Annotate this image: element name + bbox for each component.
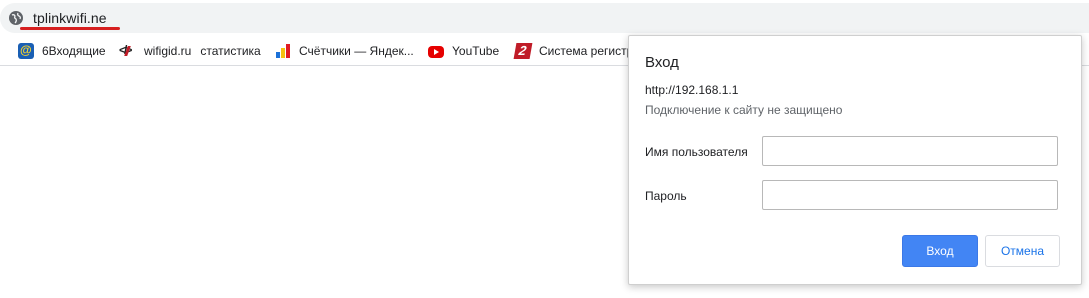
globe-icon	[9, 11, 23, 25]
bookmark-label: Счётчики — Яндек...	[299, 44, 414, 58]
metrika-icon	[275, 43, 291, 59]
bookmark-wifigid[interactable]: wifigid.ru статистика	[119, 41, 261, 61]
dialog-url: http://192.168.1.1	[645, 83, 739, 97]
login-button[interactable]: Вход	[902, 235, 978, 267]
cancel-button[interactable]: Отмена	[985, 235, 1060, 267]
bookmark-youtube[interactable]: YouTube	[428, 41, 499, 61]
url-underline	[20, 27, 120, 30]
bookmark-label: wifigid.ru	[144, 44, 192, 58]
username-label: Имя пользователя	[645, 145, 748, 159]
address-bar: tplinkwifi.ne	[0, 0, 1089, 36]
mail-icon	[18, 43, 34, 59]
bookmark-label-extra: статистика	[200, 44, 261, 58]
connection-warning: Подключение к сайту не защищено	[645, 103, 843, 117]
bookmark-label: 6Входящие	[42, 44, 106, 58]
password-label: Пароль	[645, 189, 687, 203]
url-text[interactable]: tplinkwifi.ne	[33, 10, 107, 26]
youtube-icon	[428, 46, 444, 58]
bookmark-label: YouTube	[452, 44, 500, 58]
registration-icon	[513, 43, 533, 59]
bookmark-metrika[interactable]: Счётчики — Яндек...	[275, 41, 414, 61]
bookmark-inbox[interactable]: 6Входящие	[18, 41, 106, 61]
bookmark-registration[interactable]: Система регистр	[513, 41, 634, 61]
username-input[interactable]	[762, 136, 1058, 166]
wifigid-icon	[119, 43, 136, 59]
dialog-title: Вход	[645, 54, 679, 71]
auth-dialog: Вход http://192.168.1.1 Подключение к са…	[628, 35, 1082, 285]
omnibox[interactable]: tplinkwifi.ne	[0, 3, 1089, 33]
bookmark-label: Система регистр	[539, 44, 634, 58]
password-input[interactable]	[762, 180, 1058, 210]
